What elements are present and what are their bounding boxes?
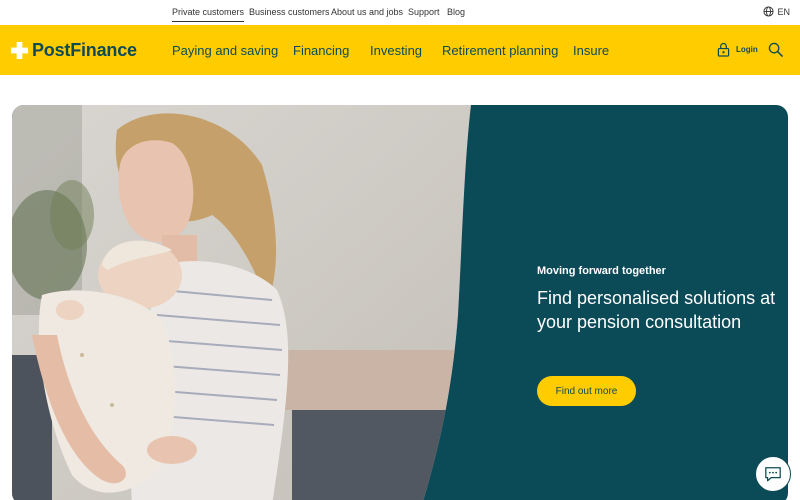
main-navigation: PostFinance Paying and saving Financing … [0, 25, 800, 75]
link-about-us-and-jobs[interactable]: About us and jobs [331, 7, 403, 17]
hero-headline: Find personalised solutions at your pens… [537, 288, 776, 332]
cross-icon [10, 41, 29, 60]
logo-text: PostFinance [32, 40, 137, 60]
find-out-more-button[interactable]: Find out more [537, 376, 636, 406]
lock-icon [717, 42, 730, 57]
language-label: EN [777, 6, 790, 17]
nav-insure[interactable]: Insure [573, 43, 609, 58]
postfinance-logo[interactable]: PostFinance [10, 40, 137, 61]
search-icon[interactable] [768, 42, 783, 57]
globe-icon [763, 6, 775, 17]
chat-button[interactable] [755, 456, 791, 492]
link-private-customers[interactable]: Private customers [172, 7, 245, 22]
hero-copy: Moving forward together Find personalise… [537, 265, 777, 334]
language-switcher[interactable]: EN [763, 6, 790, 17]
nav-financing[interactable]: Financing [293, 43, 349, 58]
login-button[interactable]: Login [717, 42, 758, 57]
utility-bar: Private customers Business customers Abo… [0, 0, 800, 25]
hero-eyebrow: Moving forward together [537, 265, 666, 277]
nav-retirement-planning[interactable]: Retirement planning [442, 43, 558, 58]
link-business-customers[interactable]: Business customers [249, 7, 330, 17]
link-support[interactable]: Support [408, 7, 440, 17]
nav-paying-and-saving[interactable]: Paying and saving [172, 43, 278, 58]
link-blog[interactable]: Blog [447, 7, 465, 17]
login-label: Login [736, 45, 758, 54]
nav-investing[interactable]: Investing [370, 43, 422, 58]
hero-banner: Moving forward together Find personalise… [12, 105, 788, 500]
chat-icon [765, 467, 781, 482]
